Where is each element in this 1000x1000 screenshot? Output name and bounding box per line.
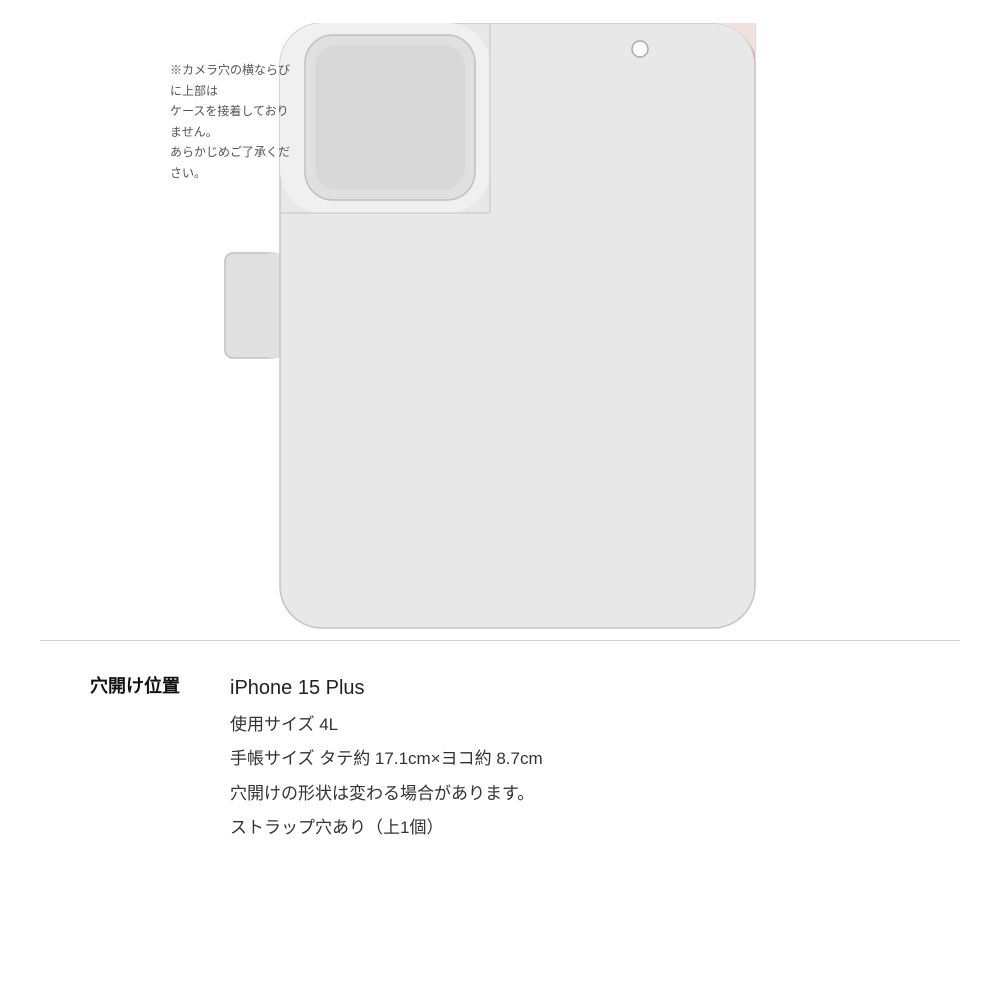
hole-shape-note: 穴開けの形状は変わる場合があります。 [230,778,910,810]
specs-content: iPhone 15 Plus 使用サイズ 4L 手帳サイズ タテ約 17.1cm… [230,669,910,844]
page-container: ※カメラ穴の横ならびに上部は ケースを接着しておりません。 あらかじめご了承くだ… [0,0,1000,1000]
size-label: 使用サイズ 4L [230,709,910,741]
case-illustration: ※カメラ穴の横ならびに上部は ケースを接着しておりません。 あらかじめご了承くだ… [150,20,850,640]
info-section: 穴開け位置 iPhone 15 Plus 使用サイズ 4L 手帳サイズ タテ約 … [50,669,950,844]
notebook-size: 手帳サイズ タテ約 17.1cm×ヨコ約 8.7cm [230,743,910,775]
camera-note: ※カメラ穴の横ならびに上部は ケースを接着しておりません。 あらかじめご了承くだ… [170,60,300,184]
divider-line [40,640,960,641]
device-name: iPhone 15 Plus [230,669,910,707]
hole-position-label: 穴開け位置 [90,669,230,698]
strap-note: ストラップ穴あり（上1個） [230,812,910,844]
